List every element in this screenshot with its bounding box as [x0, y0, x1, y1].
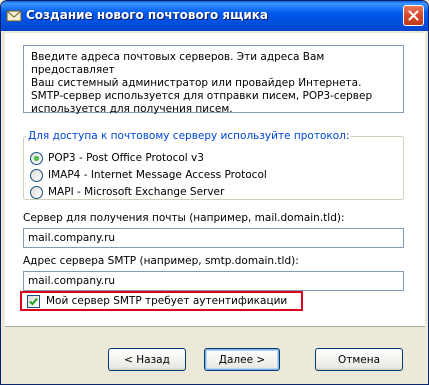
- radio-button-checked[interactable]: [30, 151, 43, 165]
- radio-imap4[interactable]: IMAP4 - Internet Message Access Protocol: [30, 167, 267, 183]
- next-button-label: Далее >: [218, 353, 266, 366]
- close-icon: [408, 10, 419, 21]
- next-button[interactable]: Далее >: [204, 348, 280, 371]
- radio-label: IMAP4 - Internet Message Access Protocol: [48, 169, 267, 181]
- radio-label: POP3 - Post Office Protocol v3: [48, 152, 204, 164]
- radio-button[interactable]: [30, 185, 43, 199]
- content-panel: Введите адреса почтовых серверов. Эти ад…: [5, 33, 425, 327]
- radio-label: MAPI - Microsoft Exchange Server: [48, 186, 225, 198]
- dialog-window: Создание нового почтового ящика Введите …: [0, 0, 429, 385]
- info-line: Ваш системный администратор или провайде…: [31, 77, 362, 89]
- window-title: Создание нового почтового ящика: [26, 8, 269, 22]
- radio-pop3[interactable]: POP3 - Post Office Protocol v3: [30, 150, 204, 166]
- cancel-button-label: Отмена: [337, 353, 381, 366]
- mail-envelope-icon: [6, 8, 22, 24]
- smtp-auth-label: Мой сервер SMTP требует аутентификации: [46, 295, 288, 307]
- protocol-legend: Для доступа к почтовому серверу использу…: [26, 130, 352, 142]
- cancel-button[interactable]: Отмена: [315, 348, 403, 371]
- title-bar[interactable]: Создание нового почтового ящика: [1, 1, 428, 31]
- info-text-box: Введите адреса почтовых серверов. Эти ад…: [23, 45, 404, 115]
- smtp-server-label: Адрес сервера SMTP (например, smtp.domai…: [23, 255, 299, 267]
- incoming-server-label: Сервер для получения почты (например, ma…: [23, 212, 345, 224]
- smtp-auth-checkbox[interactable]: [27, 294, 40, 308]
- incoming-server-input[interactable]: [23, 228, 404, 248]
- back-button-label: < Назад: [124, 353, 170, 366]
- checkmark-icon: [29, 297, 38, 305]
- info-line: SMTP-сервер используется для отправки пи…: [31, 90, 373, 102]
- info-line: Введите адреса почтовых серверов. Эти ад…: [31, 51, 325, 76]
- smtp-auth-highlight[interactable]: Мой сервер SMTP требует аутентификации: [20, 291, 303, 311]
- back-button[interactable]: < Назад: [108, 348, 186, 371]
- close-button[interactable]: [403, 5, 424, 26]
- smtp-server-input[interactable]: [23, 271, 404, 291]
- info-line: используется для получения писем.: [31, 103, 233, 115]
- radio-button[interactable]: [30, 168, 43, 182]
- radio-mapi[interactable]: MAPI - Microsoft Exchange Server: [30, 184, 224, 200]
